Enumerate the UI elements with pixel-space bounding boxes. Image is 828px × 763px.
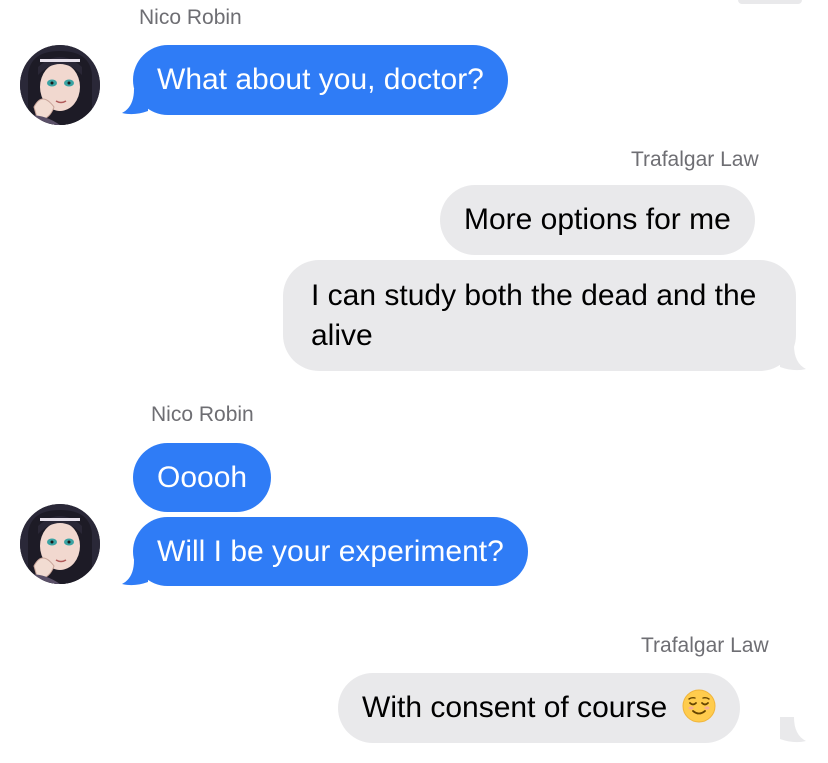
- message-bubble-incoming[interactable]: Will I be your experiment?: [133, 517, 528, 586]
- message-bubble-incoming[interactable]: What about you, doctor?: [133, 45, 508, 115]
- message-text: Ooooh: [157, 461, 248, 494]
- bubble-tail-outgoing: [780, 717, 806, 743]
- avatar-portrait-icon: [20, 45, 100, 125]
- message-text: With consent of course: [362, 691, 668, 724]
- message-text: More options for me: [464, 203, 731, 236]
- sender-name-trafalgar-law: Trafalgar Law: [641, 634, 769, 657]
- avatar-portrait-icon: [20, 504, 100, 584]
- message-bubble-outgoing[interactable]: With consent of course: [338, 673, 740, 743]
- message-bubble-outgoing[interactable]: I can study both the dead and the alive: [283, 260, 796, 371]
- previous-message-fragment: [738, 0, 802, 4]
- message-text: I can study both the dead and the alive: [311, 279, 757, 352]
- bubble-tail-incoming: [122, 89, 148, 115]
- sender-name-nico-robin: Nico Robin: [151, 403, 254, 426]
- message-bubble-incoming[interactable]: Ooooh: [133, 443, 272, 512]
- message-text: What about you, doctor?: [157, 63, 484, 96]
- nico-robin-avatar[interactable]: [20, 45, 100, 125]
- nico-robin-avatar[interactable]: [20, 504, 100, 584]
- sender-name-nico-robin: Nico Robin: [139, 6, 242, 29]
- relieved-face-icon: [682, 689, 715, 723]
- message-bubble-outgoing[interactable]: More options for me: [440, 185, 755, 255]
- sender-name-trafalgar-law: Trafalgar Law: [631, 148, 759, 171]
- bubble-tail-outgoing: [780, 345, 806, 371]
- message-text: Will I be your experiment?: [157, 535, 504, 568]
- bubble-tail-incoming: [122, 560, 148, 586]
